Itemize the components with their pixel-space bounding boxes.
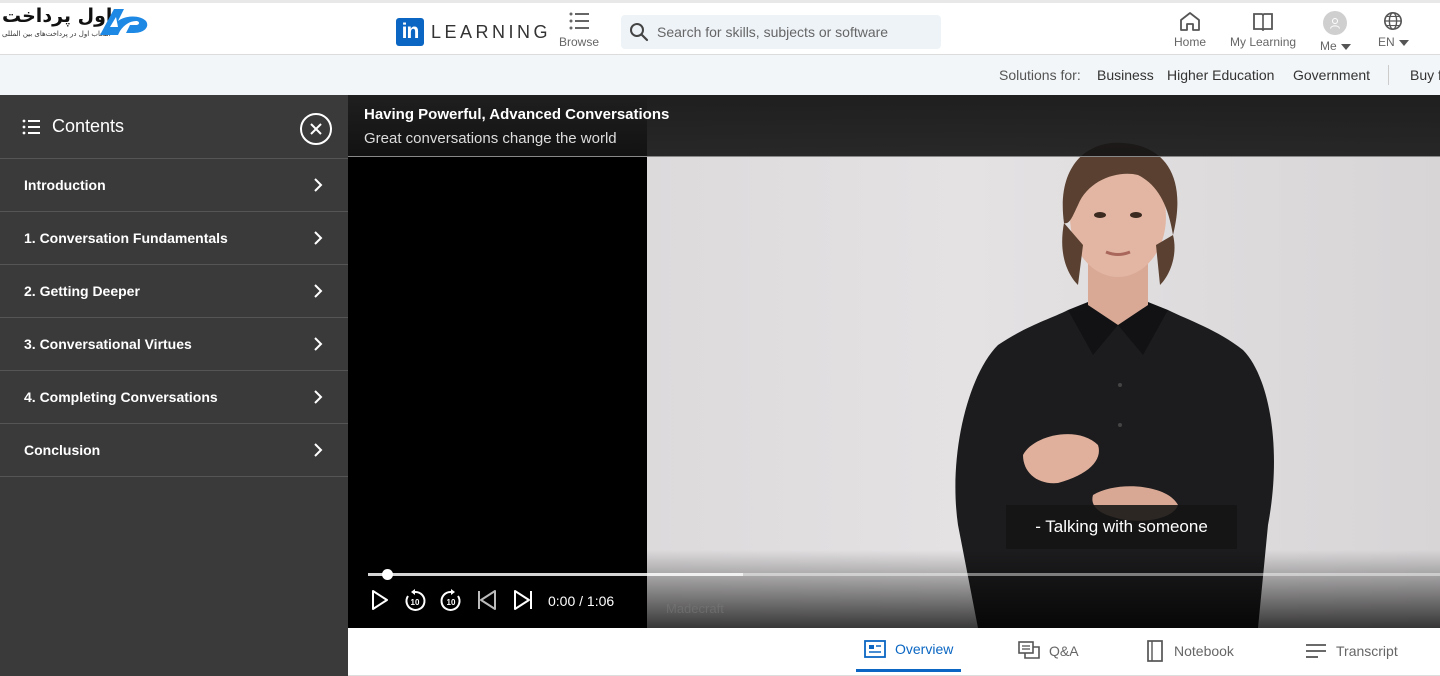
my-learning-label: My Learning [1230, 35, 1297, 49]
me-label: Me [1320, 39, 1351, 53]
transcript-icon [1306, 644, 1326, 658]
brand-logo[interactable]: اول پرداخت انتخاب اول در پرداخت‌های بین … [0, 5, 152, 45]
linkedin-learning-logo[interactable]: in LEARNING [396, 17, 551, 47]
chevron-down-icon [1340, 43, 1351, 50]
top-navigation: اول پرداخت انتخاب اول در پرداخت‌های بین … [0, 0, 1440, 55]
skip-next-icon [514, 590, 532, 610]
linkedin-in-icon: in [396, 18, 424, 46]
solutions-bar: Solutions for: Business Higher Education… [0, 55, 1440, 95]
chapter-label: 3. Conversational Virtues [24, 336, 192, 352]
chevron-right-icon [314, 337, 323, 351]
chapter-completing-conversations[interactable]: 4. Completing Conversations [0, 371, 348, 424]
chapter-label: 1. Conversation Fundamentals [24, 230, 228, 246]
forward-10-icon: 10 [440, 589, 461, 611]
close-contents-button[interactable] [300, 113, 332, 145]
tab-overview[interactable]: Overview [856, 628, 962, 672]
solutions-label: Solutions for: [999, 67, 1081, 83]
previous-video-button[interactable] [476, 589, 498, 615]
chapter-label: 2. Getting Deeper [24, 283, 140, 299]
notebook-icon [1147, 640, 1163, 662]
video-watermark: Madecraft [666, 601, 724, 616]
time-display: 0:00 / 1:06 [548, 593, 615, 609]
search-bar[interactable] [621, 15, 941, 49]
home-button[interactable]: Home [1174, 11, 1206, 49]
contents-header: Contents [0, 95, 348, 159]
chapter-conclusion[interactable]: Conclusion [0, 424, 348, 477]
chapter-label: 4. Completing Conversations [24, 389, 218, 405]
svg-text:10: 10 [447, 598, 456, 607]
player-title-bar: Having Powerful, Advanced Conversations … [348, 95, 1440, 157]
tab-label: Overview [895, 640, 954, 657]
video-player[interactable]: Having Powerful, Advanced Conversations … [348, 95, 1440, 628]
contents-sidebar: Contents Introduction 1. Conversation Fu… [0, 95, 348, 676]
tab-label: Q&A [1049, 643, 1079, 659]
tab-label: Transcript [1336, 643, 1398, 659]
language-text: EN [1378, 35, 1395, 49]
chevron-right-icon [314, 443, 323, 457]
chapter-conversational-virtues[interactable]: 3. Conversational Virtues [0, 318, 348, 371]
chevron-right-icon [314, 231, 323, 245]
language-label: EN [1378, 35, 1409, 49]
globe-icon [1384, 12, 1403, 30]
course-title: Having Powerful, Advanced Conversations [364, 106, 670, 123]
chapter-introduction[interactable]: Introduction [0, 159, 348, 212]
chapter-label: Conclusion [24, 442, 101, 458]
chevron-down-icon [1398, 39, 1409, 46]
user-silhouette-icon [1330, 18, 1341, 29]
chevron-right-icon [314, 284, 323, 298]
progress-bar[interactable] [368, 569, 1440, 580]
home-label: Home [1174, 35, 1207, 49]
chapter-getting-deeper[interactable]: 2. Getting Deeper [0, 265, 348, 318]
next-video-button[interactable] [512, 589, 534, 615]
rewind-10-button[interactable]: 10 [403, 589, 427, 617]
brand-tagline: انتخاب اول در پرداخت‌های بین المللی [2, 30, 111, 38]
svg-text:10: 10 [411, 598, 420, 607]
solutions-link-higher-education[interactable]: Higher Education [1167, 67, 1274, 83]
tab-notebook[interactable]: Notebook [1145, 628, 1234, 674]
search-icon [630, 23, 649, 42]
chapter-label: Introduction [24, 177, 106, 193]
brand-mark-icon [100, 9, 148, 35]
forward-10-button[interactable]: 10 [439, 589, 463, 617]
overview-icon [864, 639, 886, 658]
divider [1388, 65, 1389, 85]
buy-link[interactable]: Buy f [1410, 67, 1440, 83]
avatar [1323, 11, 1348, 35]
home-icon [1180, 12, 1200, 31]
rewind-10-icon: 10 [405, 589, 426, 611]
caption-text: - Talking with someone [1006, 505, 1237, 549]
play-icon [372, 590, 388, 610]
browse-label: Browse [559, 35, 600, 49]
me-menu-button[interactable]: Me [1320, 11, 1351, 53]
chevron-right-icon [314, 390, 323, 404]
buffered-bar [368, 573, 744, 576]
browse-list-icon [569, 12, 589, 30]
me-text: Me [1320, 39, 1337, 53]
learning-wordmark: LEARNING [431, 21, 552, 42]
close-icon [310, 123, 322, 135]
course-tabs: Overview Q&A Notebook Transcript [348, 628, 1440, 676]
qa-icon [1018, 641, 1040, 659]
book-icon [1253, 13, 1273, 31]
tab-label: Notebook [1174, 643, 1234, 659]
search-input[interactable] [657, 24, 927, 40]
chevron-right-icon [314, 178, 323, 192]
browse-button[interactable]: Browse [559, 11, 599, 49]
language-button[interactable]: EN [1378, 11, 1409, 49]
solutions-link-government[interactable]: Government [1293, 67, 1370, 83]
tab-qa[interactable]: Q&A [1018, 628, 1079, 674]
tab-transcript[interactable]: Transcript [1305, 628, 1398, 674]
contents-title: Contents [52, 116, 125, 136]
contents-list-icon [22, 119, 40, 134]
video-title: Great conversations change the world [364, 130, 617, 147]
scrubber-handle[interactable] [381, 569, 393, 580]
solutions-link-business[interactable]: Business [1097, 67, 1154, 83]
my-learning-button[interactable]: My Learning [1230, 11, 1296, 49]
chapter-conversation-fundamentals[interactable]: 1. Conversation Fundamentals [0, 212, 348, 265]
play-button[interactable] [370, 589, 390, 615]
skip-previous-icon [478, 590, 496, 610]
